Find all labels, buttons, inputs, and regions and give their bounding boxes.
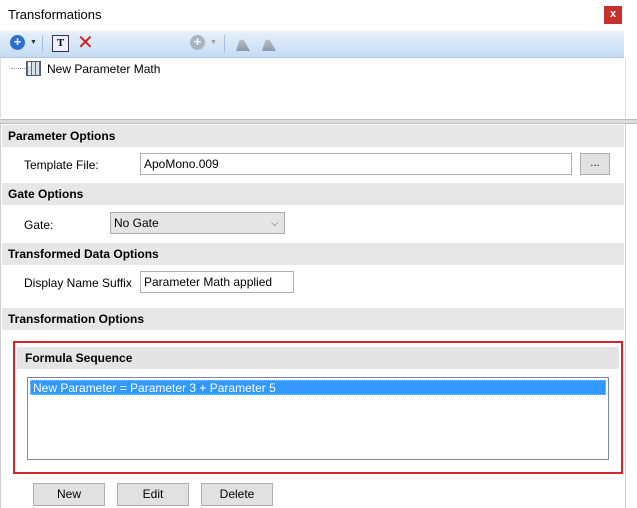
chevron-down-icon: ⌵ [271, 218, 278, 228]
section-parameter-options: Parameter Options [2, 125, 624, 147]
tree-item-new-parameter-math[interactable]: New Parameter Math [47, 62, 160, 76]
gate-select[interactable]: No Gate ⌵ [110, 212, 285, 234]
formula-sequence-header: Formula Sequence [17, 347, 619, 369]
toolbar-separator [42, 35, 43, 53]
gate-select-value: No Gate [114, 216, 159, 230]
add-dropdown-arrow-icon[interactable]: ▼ [30, 39, 37, 57]
grid-icon [26, 61, 41, 76]
close-button[interactable]: x [604, 6, 622, 24]
list-item[interactable]: New Parameter = Parameter 3 + Parameter … [30, 380, 606, 395]
delete-icon[interactable]: ✕ [77, 33, 94, 53]
template-file-label: Template File: [24, 158, 99, 172]
delete-button[interactable]: Delete [201, 483, 273, 506]
browse-button[interactable]: ... [580, 153, 610, 175]
section-transformation-options: Transformation Options [2, 308, 624, 330]
display-name-suffix-field[interactable]: Parameter Math applied [140, 271, 294, 293]
gate-label: Gate: [24, 218, 54, 232]
formula-sequence-list[interactable]: New Parameter = Parameter 3 + Parameter … [27, 377, 609, 460]
text-icon[interactable]: T [52, 35, 69, 52]
tree-connector [11, 68, 25, 69]
window-title: Transformations [8, 7, 102, 22]
toolbar: + ▼ T ✕ + ▼ [0, 31, 624, 58]
add-disabled-icon: + [190, 35, 205, 50]
gate-icon [236, 39, 250, 51]
toolbar-separator-2 [224, 35, 225, 53]
section-transformed-data-options: Transformed Data Options [2, 243, 624, 265]
section-gate-options: Gate Options [2, 183, 624, 205]
new-button[interactable]: New [33, 483, 105, 506]
template-file-field[interactable]: ApoMono.009 [140, 153, 572, 175]
display-name-suffix-label: Display Name Suffix [24, 276, 132, 290]
gate-alt-icon [262, 39, 276, 51]
add-disabled-dropdown-icon: ▼ [210, 39, 217, 46]
edit-button[interactable]: Edit [117, 483, 189, 506]
add-icon[interactable]: + [10, 35, 25, 50]
